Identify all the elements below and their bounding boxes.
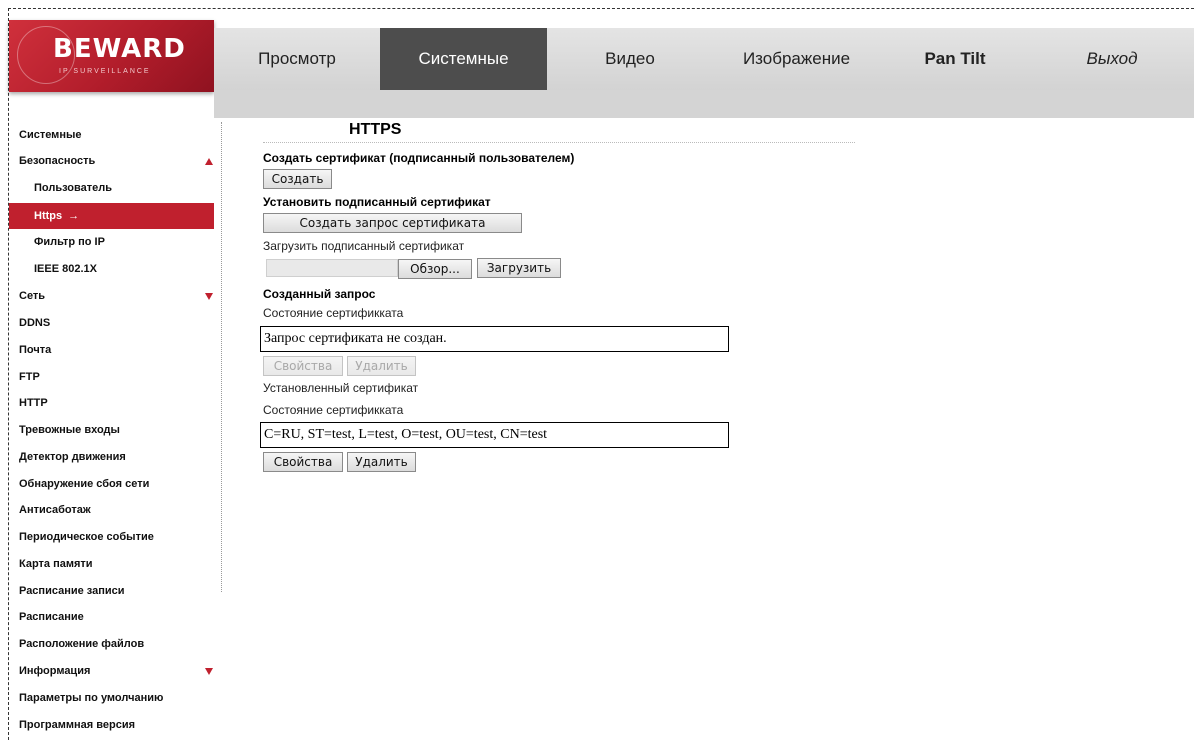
create-request-button[interactable]: Создать запрос сертификата	[263, 213, 522, 233]
nav-view[interactable]: Просмотр	[214, 28, 380, 90]
sidebar-item-memory-card[interactable]: Карта памяти	[9, 551, 214, 577]
sidebar-divider	[221, 122, 222, 592]
sidebar-item-ieee8021x[interactable]: IEEE 802.1X	[9, 256, 214, 282]
brand-name: BEWARD	[53, 34, 186, 64]
sidebar-item-periodic-event[interactable]: Периодическое событие	[9, 524, 214, 550]
request-properties-button[interactable]: Свойства	[263, 356, 343, 376]
sidebar-item-http[interactable]: HTTP	[9, 390, 214, 416]
file-path-input[interactable]	[266, 259, 398, 277]
install-signed-heading: Установить подписанный сертификат	[263, 195, 491, 209]
page-title: HTTPS	[349, 121, 402, 138]
title-divider	[263, 142, 855, 143]
installed-status-label: Состояние сертификката	[263, 403, 404, 417]
nav-pan-tilt[interactable]: Pan Tilt	[880, 28, 1030, 90]
sidebar-item-motion-detector[interactable]: Детектор движения	[9, 444, 214, 470]
sidebar-item-mail[interactable]: Почта	[9, 337, 214, 363]
sidebar-item-user[interactable]: Пользователь	[9, 175, 214, 201]
sidebar-item-record-schedule[interactable]: Расписание записи	[9, 578, 214, 604]
browse-button[interactable]: Обзор...	[398, 259, 472, 279]
installed-status-field: C=RU, ST=test, L=test, O=test, OU=test, …	[260, 422, 729, 448]
installed-properties-button[interactable]: Свойства	[263, 452, 343, 472]
request-status-field: Запрос сертификата не создан.	[260, 326, 729, 352]
sidebar-item-https[interactable]: Https →	[9, 203, 214, 229]
collapse-arrow-icon[interactable]	[205, 158, 213, 165]
sidebar-item-ftp[interactable]: FTP	[9, 364, 214, 390]
sidebar-item-tamper[interactable]: Антисаботаж	[9, 497, 214, 523]
create-button[interactable]: Создать	[263, 169, 332, 189]
sidebar-item-security[interactable]: Безопасность	[9, 148, 214, 174]
installed-cert-label: Установленный сертификат	[263, 381, 419, 395]
sidebar-item-firmware-version[interactable]: Программная версия	[9, 712, 214, 738]
sub-navigation-bar	[214, 90, 1194, 118]
brand-logo[interactable]: BEWARD IP SURVEILLANCE	[9, 20, 214, 92]
sidebar-item-information[interactable]: Информация	[9, 658, 214, 684]
sidebar-item-system[interactable]: Системные	[9, 122, 214, 148]
request-delete-button[interactable]: Удалить	[347, 356, 416, 376]
create-cert-heading: Создать сертификат (подписанный пользова…	[263, 151, 575, 165]
created-request-heading: Созданный запрос	[263, 287, 376, 301]
sidebar-item-network[interactable]: Сеть	[9, 283, 214, 309]
sidebar-item-ip-filter[interactable]: Фильтр по IP	[9, 229, 214, 255]
sidebar-item-ddns[interactable]: DDNS	[9, 310, 214, 336]
sidebar-item-network-failure[interactable]: Обнаружение сбоя сети	[9, 471, 214, 497]
upload-signed-label: Загрузить подписанный сертификат	[263, 239, 465, 253]
request-status-label: Состояние сертификката	[263, 306, 404, 320]
upload-button[interactable]: Загрузить	[477, 258, 561, 278]
sidebar-item-defaults[interactable]: Параметры по умолчанию	[9, 685, 214, 711]
page-border-top	[8, 8, 1194, 9]
nav-video[interactable]: Видео	[547, 28, 713, 90]
arrow-right-icon: →	[68, 210, 80, 222]
nav-image[interactable]: Изображение	[713, 28, 880, 90]
nav-system[interactable]: Системные	[380, 28, 547, 90]
brand-tagline: IP SURVEILLANCE	[59, 68, 151, 75]
nav-logout[interactable]: Выход	[1030, 28, 1194, 90]
sidebar-item-schedule[interactable]: Расписание	[9, 604, 214, 630]
installed-delete-button[interactable]: Удалить	[347, 452, 416, 472]
expand-arrow-icon[interactable]	[205, 293, 213, 300]
sidebar-item-alarm-inputs[interactable]: Тревожные входы	[9, 417, 214, 443]
sidebar-item-file-location[interactable]: Расположение файлов	[9, 631, 214, 657]
expand-arrow-icon[interactable]	[205, 668, 213, 675]
